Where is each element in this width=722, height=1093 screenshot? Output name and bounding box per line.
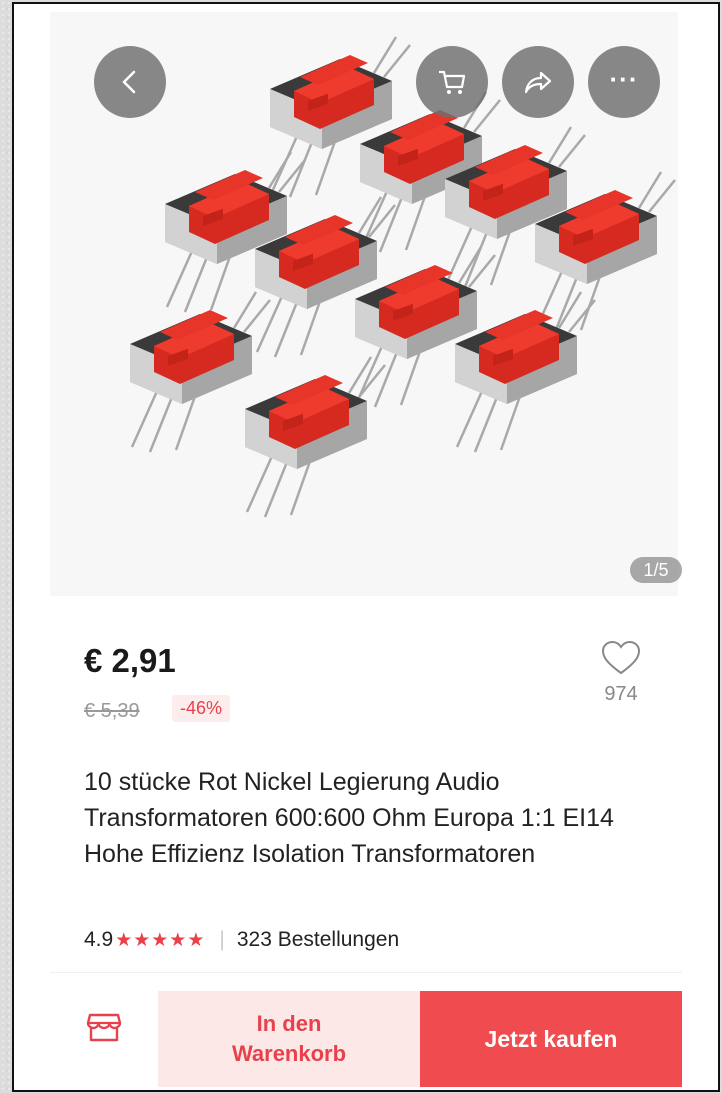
rating-value: 4.9 (84, 928, 114, 951)
share-button[interactable] (502, 46, 574, 118)
image-counter: 1/5 (630, 557, 682, 583)
original-price: € 5,39 (84, 700, 140, 722)
more-button[interactable]: ··· (588, 46, 660, 118)
chevron-left-icon (122, 70, 136, 94)
app-window: ··· 1/5 € 2,91 € 5,39 -46% 974 10 stücke… (12, 2, 720, 1092)
wishlist-button[interactable]: 974 (596, 640, 646, 706)
share-icon (524, 71, 552, 94)
current-price: € 2,91 (84, 642, 176, 679)
action-bar: In den Warenkorb Jetzt kaufen (50, 991, 682, 1087)
product-title: 10 stücke Rot Nickel Legierung Audio Tra… (84, 768, 614, 868)
rating-stars: ★★★★★ (115, 929, 206, 951)
divider (50, 972, 682, 973)
back-button[interactable] (94, 46, 166, 118)
more-dots-icon: ··· (609, 64, 639, 94)
cart-button[interactable] (416, 46, 488, 118)
add-to-cart-label: In den Warenkorb (232, 1009, 346, 1069)
add-to-cart-button[interactable]: In den Warenkorb (158, 991, 420, 1087)
rating-row[interactable]: 4.9 ★★★★★ | 323 Bestellungen (84, 928, 399, 952)
heart-icon (601, 640, 641, 675)
product-gallery[interactable]: ··· 1/5 (50, 12, 682, 596)
store-button[interactable] (50, 991, 158, 1087)
buy-now-button[interactable]: Jetzt kaufen (420, 991, 682, 1087)
orders-count: 323 Bestellungen (236, 928, 400, 951)
wishlist-count: 974 (604, 683, 638, 705)
discount-badge: -46% (172, 695, 231, 722)
add-to-cart-line1: In den (256, 1011, 322, 1036)
store-icon (86, 1013, 122, 1042)
add-to-cart-line2: Warenkorb (231, 1041, 347, 1066)
separator: | (219, 928, 225, 951)
cart-icon (439, 70, 466, 94)
